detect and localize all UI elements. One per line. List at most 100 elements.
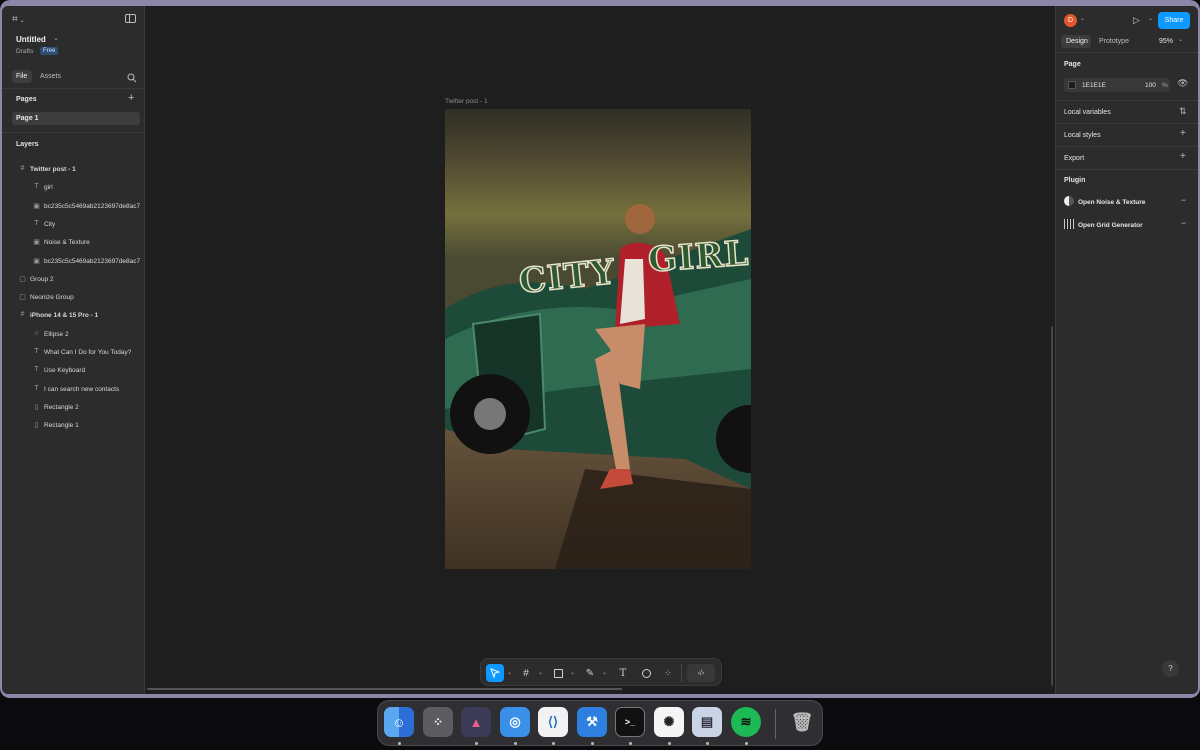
page-opacity-value: 100 bbox=[1145, 82, 1156, 89]
artwork-text-girl[interactable]: GIRL bbox=[646, 233, 751, 281]
rectangle-icon: ▯ bbox=[34, 403, 39, 411]
layer-row[interactable]: ▣ Noise & Texture bbox=[2, 235, 145, 251]
page-color-field[interactable]: 1E1E1E 100 % bbox=[1064, 78, 1170, 92]
layer-row[interactable]: ▣ bc235c5c5469ab2123697de8ac7 bbox=[2, 199, 145, 215]
tab-prototype[interactable]: Prototype bbox=[1099, 38, 1129, 45]
help-button[interactable]: ? bbox=[1162, 660, 1179, 677]
chatgpt-icon[interactable]: ✺ bbox=[654, 707, 684, 737]
move-tool-icon[interactable] bbox=[486, 664, 504, 682]
avatar[interactable]: D bbox=[1064, 14, 1077, 27]
color-swatch[interactable] bbox=[1068, 81, 1076, 89]
plugin-noise-texture[interactable]: Open Noise & Texture bbox=[1078, 199, 1145, 206]
preview-icon[interactable]: ▤ bbox=[692, 707, 722, 737]
layer-row[interactable]: T City bbox=[2, 217, 145, 233]
macos-dock: ☺ ⁘ ▲ ◎ ⟨⟩ ⚒ >_ ✺ ▤ ≋ 🗑 bbox=[377, 700, 823, 746]
local-variables-label[interactable]: Local variables bbox=[1064, 109, 1111, 116]
terminal-icon[interactable]: >_ bbox=[615, 707, 645, 737]
layer-row[interactable]: ▯ Rectangle 1 bbox=[2, 418, 145, 434]
pages-title: Pages bbox=[16, 96, 37, 103]
frame-tool-icon[interactable]: # bbox=[517, 664, 535, 682]
launchpad-icon[interactable]: ⁘ bbox=[423, 707, 453, 737]
pen-tool-icon[interactable]: ✎ bbox=[581, 664, 599, 682]
frame-label[interactable]: Twitter post - 1 bbox=[445, 98, 488, 105]
search-icon[interactable] bbox=[127, 70, 137, 88]
affinity-icon[interactable]: ▲ bbox=[461, 707, 491, 737]
layer-row[interactable]: # iPhone 14 & 15 Pro - 1 bbox=[2, 308, 145, 324]
file-location[interactable]: Drafts bbox=[16, 48, 33, 55]
dev-mode-icon[interactable]: ‹/› bbox=[687, 664, 715, 682]
add-export-icon[interactable]: + bbox=[1180, 151, 1186, 162]
chevron-down-icon[interactable]: ⌄ bbox=[1080, 15, 1085, 22]
divider bbox=[2, 88, 144, 89]
tab-design[interactable]: Design bbox=[1061, 35, 1091, 48]
tab-file[interactable]: File bbox=[12, 70, 32, 83]
layer-row[interactable]: T What Can I Do for You Today? bbox=[2, 345, 145, 361]
text-icon: T bbox=[34, 348, 39, 355]
layer-row[interactable]: ▣ bc235c5c5469ab2123697de8ac7 bbox=[2, 254, 145, 270]
running-indicator bbox=[629, 742, 632, 745]
remove-plugin-icon[interactable]: − bbox=[1181, 195, 1186, 205]
safari-icon[interactable]: ◎ bbox=[500, 707, 530, 737]
spotify-icon[interactable]: ≋ bbox=[731, 707, 761, 737]
add-page-icon[interactable]: + bbox=[128, 92, 134, 104]
layer-row[interactable]: ○ Ellipse 2 bbox=[2, 327, 145, 343]
chevron-down-icon[interactable]: ⌄ bbox=[602, 669, 607, 676]
chevron-down-icon[interactable]: ⌄ bbox=[507, 669, 512, 676]
tab-assets[interactable]: Assets bbox=[40, 73, 61, 80]
divider bbox=[681, 664, 682, 682]
artboard-twitter-post[interactable]: CITY GIRL bbox=[445, 109, 751, 569]
chevron-down-icon[interactable]: ⌄ bbox=[1178, 36, 1183, 43]
add-style-icon[interactable]: + bbox=[1180, 128, 1186, 139]
layer-row[interactable]: T I can search new contacts bbox=[2, 382, 145, 398]
layer-row[interactable]: ▢ Group 2 bbox=[2, 272, 145, 288]
variables-adjust-icon[interactable]: ⇅ bbox=[1179, 106, 1187, 117]
chevron-down-icon[interactable]: ⌄ bbox=[570, 669, 575, 676]
app-window: ⌗ ⌄ Untitled ⌄ Drafts Free File Assets Pa… bbox=[0, 0, 1200, 698]
toggle-sidebar-icon[interactable] bbox=[125, 14, 136, 23]
file-menu-chevron-icon[interactable]: ⌄ bbox=[53, 34, 59, 42]
plugin-section-title: Plugin bbox=[1064, 177, 1086, 184]
text-tool-icon[interactable]: T bbox=[614, 664, 632, 682]
vscode-icon[interactable]: ⟨⟩ bbox=[538, 707, 568, 737]
layer-row[interactable]: # Twitter post - 1 bbox=[2, 162, 145, 178]
xcode-icon[interactable]: ⚒ bbox=[577, 707, 607, 737]
local-styles-label[interactable]: Local styles bbox=[1064, 132, 1101, 139]
remove-plugin-icon[interactable]: − bbox=[1181, 218, 1186, 228]
zoom-level[interactable]: 95% bbox=[1159, 38, 1173, 45]
vertical-scrollbar[interactable] bbox=[1051, 326, 1053, 686]
page-item[interactable]: Page 1 bbox=[12, 112, 140, 125]
share-button[interactable]: Share bbox=[1158, 12, 1190, 29]
left-sidebar: ⌗ ⌄ Untitled ⌄ Drafts Free File Assets Pa… bbox=[2, 6, 145, 694]
layer-row[interactable]: Tgirl bbox=[2, 180, 145, 196]
layer-label: Noise & Texture bbox=[44, 239, 90, 247]
text-icon: T bbox=[34, 366, 39, 374]
eye-icon[interactable]: 👁 bbox=[1177, 78, 1188, 89]
layer-label: bc235c5c5469ab2123697de8ac7 bbox=[44, 257, 141, 265]
frame-icon: # bbox=[20, 311, 25, 319]
chevron-down-icon[interactable]: ⌄ bbox=[538, 669, 543, 676]
layer-row[interactable]: T Use Keyboard bbox=[2, 363, 145, 379]
horizontal-scrollbar[interactable] bbox=[147, 688, 622, 690]
figma-menu-icon[interactable]: ⌗ ⌄ bbox=[12, 14, 25, 25]
image-icon: ▣ bbox=[33, 202, 40, 210]
finder-icon[interactable]: ☺ bbox=[384, 707, 414, 737]
layer-row[interactable]: ▯ Rectangle 2 bbox=[2, 400, 145, 416]
export-label[interactable]: Export bbox=[1064, 155, 1084, 162]
layer-label: Use Keyboard bbox=[44, 367, 86, 375]
opacity-unit: % bbox=[1162, 82, 1168, 89]
text-icon: T bbox=[34, 384, 39, 392]
trash-icon[interactable]: 🗑 bbox=[787, 707, 817, 737]
canvas[interactable]: Twitter post - 1 CITY GIRL ⌄ # ⌄ ⌄ ✎ ⌄ T… bbox=[145, 6, 1055, 694]
rectangle-icon: ▯ bbox=[34, 422, 39, 430]
layer-row[interactable]: ▢ Neonize Group bbox=[2, 290, 145, 306]
play-icon[interactable]: ▷ bbox=[1133, 15, 1140, 26]
plugin-grid-generator[interactable]: Open Grid Generator bbox=[1078, 222, 1143, 229]
chevron-down-icon[interactable]: ⌄ bbox=[1148, 15, 1153, 22]
file-name[interactable]: Untitled bbox=[16, 35, 46, 44]
actions-icon[interactable]: ⁘ bbox=[659, 664, 677, 682]
figma-app: ⌗ ⌄ Untitled ⌄ Drafts Free File Assets Pa… bbox=[2, 6, 1198, 694]
comment-tool-icon[interactable] bbox=[637, 664, 655, 682]
group-icon: ▢ bbox=[19, 275, 26, 283]
layer-label: Twitter post - 1 bbox=[30, 166, 76, 173]
rectangle-tool-icon[interactable] bbox=[549, 664, 567, 682]
